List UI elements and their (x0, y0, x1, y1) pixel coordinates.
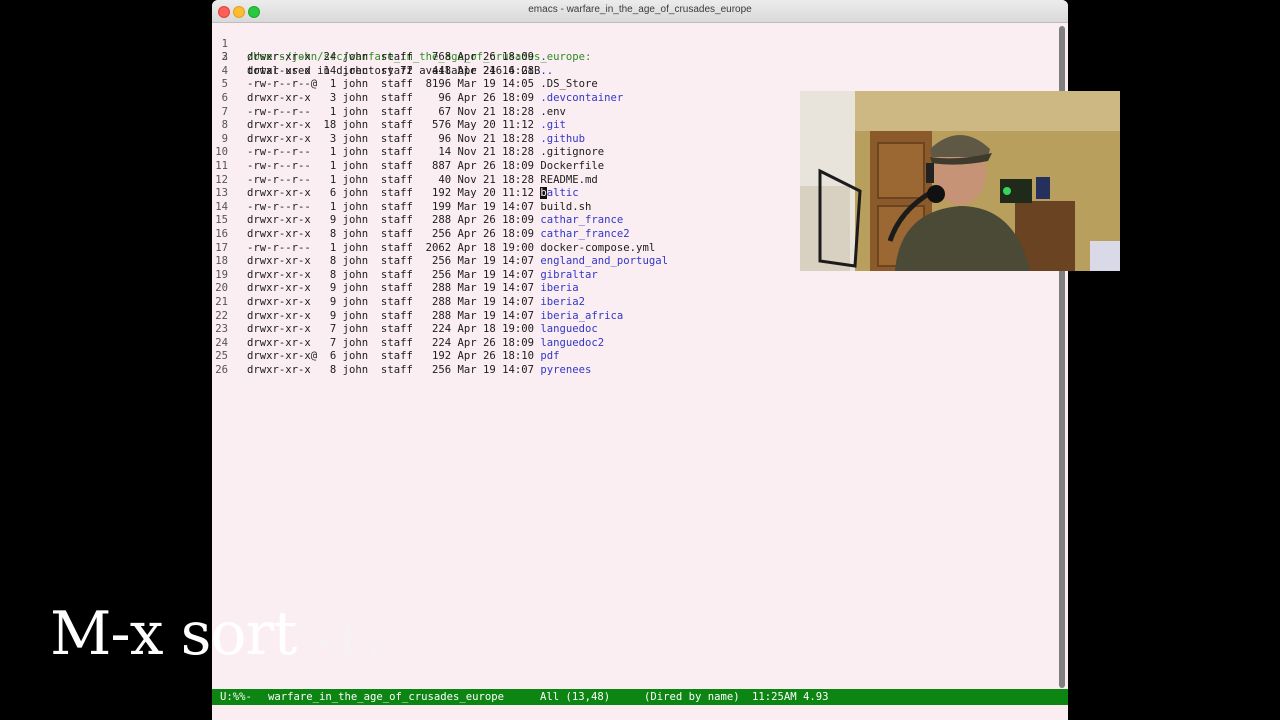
text-cursor: b (540, 187, 547, 200)
file-attributes: -rw-r--r-- 1 john staff 2062 Apr 18 19:0… (247, 241, 656, 254)
file-attributes: drwxr-xr-x 3 john staff 96 Apr 26 18:09 … (247, 92, 624, 104)
overlay-trailing: - f . (314, 615, 380, 664)
file-attributes: -rw-r--r--@ 1 john staff 8196 Mar 19 14:… (247, 78, 598, 91)
file-attributes: drwxr-xr-x@ 6 john staff 192 Apr 26 18:1… (247, 350, 560, 363)
file-attributes: drwxr-xr-x 9 john staff 288 Apr 26 18:09… (247, 214, 624, 227)
file-name[interactable]: docker-compose.yml (540, 242, 655, 254)
file-name[interactable]: build.sh (540, 201, 591, 213)
line-number: 12 (215, 173, 228, 186)
file-attributes: drwxr-xr-x 24 john staff 768 Apr 26 18:0… (247, 51, 547, 64)
file-attributes: drwxr-xr-x 8 john staff 256 Apr 26 18:09… (247, 228, 630, 240)
file-attributes: drwxr-xr-x 18 john staff 576 May 20 11:1… (247, 119, 566, 132)
line-number: 20 (215, 282, 228, 295)
line-number: 26 (215, 364, 228, 376)
directory-name[interactable]: languedoc (540, 323, 597, 335)
line-number: 15 (215, 214, 228, 227)
file-attributes: drwxr-xr-x 9 john staff 288 Mar 19 14:07… (247, 282, 579, 295)
file-name[interactable]: README.md (540, 174, 597, 186)
modeline-time-load: 11:25AM 4.93 (752, 691, 829, 703)
line-number: 21 (215, 296, 228, 308)
line-number: 24 (215, 336, 228, 349)
file-attributes: drwxr-xr-x 9 john staff 288 Mar 19 14:07… (247, 296, 586, 308)
file-attributes: -rw-r--r-- 1 john staff 199 Mar 19 14:07… (247, 200, 592, 213)
file-attributes: drwxr-xr-x 8 john staff 256 Mar 19 14:07… (247, 364, 592, 376)
line-number: 25 (215, 350, 228, 363)
presenter-video-image (800, 91, 1120, 271)
file-attributes: -rw-r--r-- 1 john staff 887 Apr 26 18:09… (247, 160, 605, 172)
directory-name[interactable]: .devcontainer (540, 92, 623, 104)
line-number: 17 (215, 241, 228, 254)
title-bar[interactable]: emacs - warfare_in_the_age_of_crusades_e… (212, 0, 1068, 23)
line-number: 7 (221, 105, 228, 118)
file-name[interactable]: .env (540, 106, 566, 118)
line-number: 16 (215, 228, 228, 240)
line-number: 22 (215, 309, 228, 322)
file-attributes: drwxr-xr-x 14 john staff 448 Apr 21 14:2… (247, 64, 554, 77)
line-number: 13 (215, 187, 228, 200)
directory-name[interactable]: . (540, 51, 546, 63)
file-attributes: drwxr-xr-x 8 john staff 256 Mar 19 14:07… (247, 255, 668, 268)
file-name[interactable]: .gitignore (540, 146, 604, 158)
directory-name[interactable]: iberia_africa (540, 310, 623, 322)
directory-name[interactable]: gibraltar (540, 269, 597, 281)
line-number: 3 (221, 51, 228, 64)
directory-name[interactable]: england_and_portugal (540, 255, 668, 267)
file-name[interactable]: Dockerfile (540, 160, 604, 172)
directory-name[interactable]: baltic (540, 187, 579, 200)
line-number: 9 (221, 132, 228, 145)
file-attributes: drwxr-xr-x 8 john staff 256 Mar 19 14:07… (247, 268, 598, 281)
file-attributes: -rw-r--r-- 1 john staff 67 Nov 21 18:28 … (247, 105, 566, 118)
window-title: emacs - warfare_in_the_age_of_crusades_e… (528, 4, 752, 15)
file-attributes: drwxr-xr-x 3 john staff 96 Nov 21 18:28 … (247, 132, 586, 145)
file-attributes: drwxr-xr-x 6 john staff 192 May 20 11:12… (247, 187, 579, 200)
modeline-major-mode[interactable]: (Dired by name) (644, 689, 740, 705)
line-number: 10 (215, 146, 228, 159)
directory-name[interactable]: pdf (540, 350, 559, 362)
overlay-command: sort (180, 599, 298, 669)
line-number: 11 (215, 160, 228, 172)
line-number: 4 (221, 64, 228, 77)
echo-area[interactable] (212, 706, 1068, 720)
directory-name[interactable]: cathar_france2 (540, 228, 629, 240)
dired-total-line[interactable]: 2 total used in directory 72 available 2… (212, 38, 541, 77)
file-attributes: -rw-r--r-- 1 john staff 14 Nov 21 18:28 … (247, 146, 605, 159)
file-attributes: drwxr-xr-x 9 john staff 288 Mar 19 14:07… (247, 309, 624, 322)
file-name[interactable]: .DS_Store (540, 78, 597, 90)
mode-line: U:%%- warfare_in_the_age_of_crusades_eur… (212, 689, 1068, 705)
line-number: 8 (221, 119, 228, 132)
directory-name[interactable]: iberia2 (540, 296, 585, 308)
line-number: 23 (215, 323, 228, 336)
modeline-position: All (13,48) (540, 691, 611, 703)
directory-name[interactable]: .git (540, 119, 566, 131)
line-number: 19 (215, 268, 228, 281)
line-number: 5 (221, 78, 228, 91)
dired-header-line[interactable]: 1 /Users/john/src/warfare_in_the_age_of_… (212, 24, 592, 64)
line-number: 14 (215, 200, 228, 213)
file-attributes: drwxr-xr-x 7 john staff 224 Apr 26 18:09… (247, 336, 605, 349)
directory-name[interactable]: pyrenees (540, 364, 591, 376)
directory-name[interactable]: cathar_france (540, 214, 623, 226)
modeline-status: U:%%- (220, 691, 252, 703)
directory-name[interactable]: .. (540, 65, 553, 77)
file-attributes: -rw-r--r-- 1 john staff 40 Nov 21 18:28 … (247, 173, 598, 186)
keystroke-overlay: M-x sort - f . (50, 596, 380, 678)
line-number: 18 (215, 255, 228, 268)
directory-name[interactable]: .github (540, 133, 585, 145)
line-number: 6 (221, 92, 228, 104)
directory-name[interactable]: languedoc2 (540, 337, 604, 349)
overlay-keys: M-x (50, 599, 164, 669)
directory-name[interactable]: iberia (540, 282, 578, 294)
file-attributes: drwxr-xr-x 7 john staff 224 Apr 18 19:00… (247, 323, 598, 336)
modeline-buffer-name[interactable]: warfare_in_the_age_of_crusades_europe (268, 689, 504, 705)
webcam-overlay (800, 91, 1120, 271)
